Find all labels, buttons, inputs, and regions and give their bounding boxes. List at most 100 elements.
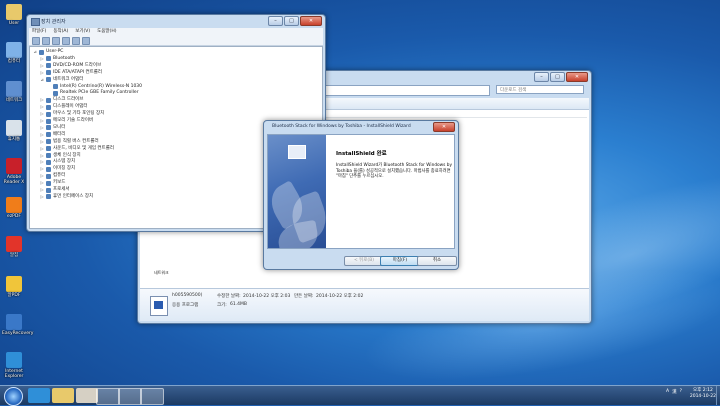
tree-expander-icon[interactable]: ▷: [40, 180, 44, 186]
installshield-wizard-window[interactable]: Bluetooth Stack for Windows by Toshiba -…: [263, 120, 459, 270]
hanja-indicator[interactable]: 漢: [672, 389, 677, 395]
tree-node[interactable]: ▷ 이미징 장치: [40, 166, 75, 172]
tree-expander-icon[interactable]: ⊿: [33, 49, 37, 55]
menu-help[interactable]: 도움말(H): [97, 28, 116, 36]
tree-expander-icon[interactable]: ▷: [40, 173, 44, 179]
tree-node[interactable]: ▷ DVD/CD-ROM 드라이브: [40, 63, 101, 69]
tree-node[interactable]: ▷ Bluetooth: [40, 56, 75, 62]
taskbar-device-manager-icon[interactable]: [96, 388, 120, 405]
desktop-icon-computer[interactable]: 컴퓨터: [2, 42, 26, 64]
tree-node[interactable]: ▷ 생체 인식 장치: [40, 153, 81, 159]
ime-mode-indicator[interactable]: A: [666, 389, 669, 395]
created-label: 만든 날짜:: [294, 294, 314, 299]
desktop-icon-ezpdf[interactable]: ezPDF: [2, 197, 26, 219]
minimize-button[interactable]: –: [534, 72, 549, 82]
tree-node[interactable]: ▷ 모니터: [40, 125, 65, 131]
tree-node[interactable]: ▷ 프로세서: [40, 187, 70, 193]
tree-node[interactable]: ▷ 범용 직렬 버스 컨트롤러: [40, 139, 99, 145]
device-manager-titlebar[interactable]: 장치 관리자 – □ ✕: [27, 15, 325, 29]
tree-node[interactable]: ▷ 컴퓨터: [40, 173, 65, 179]
tree-node[interactable]: ▷ 사운드, 비디오 및 게임 컨트롤러: [40, 146, 114, 152]
tree-node[interactable]: ▷ 마우스 및 기타 포인팅 장치: [40, 111, 104, 117]
device-icon: [46, 159, 51, 165]
back-button[interactable]: < 뒤로(B): [344, 256, 384, 266]
tree-expander-icon[interactable]: ▷: [40, 118, 44, 124]
desktop-icon-alzip[interactable]: 알집: [2, 236, 26, 258]
forward-icon[interactable]: [42, 36, 50, 45]
taskbar-installer-icon[interactable]: [118, 388, 142, 405]
desktop-icon-network[interactable]: 네트워크: [2, 81, 26, 103]
maximize-button[interactable]: □: [284, 16, 299, 26]
tree-node[interactable]: ⊿ User-PC: [33, 49, 63, 55]
tree-expander-icon[interactable]: ▷: [40, 125, 44, 131]
desktop-icon-easyrecovery[interactable]: EasyRecovery: [2, 314, 33, 336]
desktop-icon-alpdf[interactable]: 알PDF: [2, 276, 26, 298]
help-icon[interactable]: [72, 36, 80, 45]
tree-node[interactable]: ▷ 키보드: [40, 180, 65, 186]
scan-icon[interactable]: [82, 36, 90, 45]
desktop-icon-internet-explorer[interactable]: Internet Explorer: [2, 352, 26, 379]
taskbar-explorer-icon[interactable]: [52, 388, 74, 403]
tree-expander-icon[interactable]: ▷: [40, 166, 44, 172]
close-button[interactable]: ✕: [433, 122, 455, 132]
tree-expander-icon[interactable]: ▷: [40, 104, 44, 110]
desktop-icon-recycle-bin[interactable]: 휴지통: [2, 120, 26, 142]
taskbar-download-folder-icon[interactable]: [140, 388, 164, 405]
tree-expander-icon[interactable]: ▷: [40, 153, 44, 159]
menu-file[interactable]: 파일(F): [32, 28, 46, 36]
clock[interactable]: 오후 2:12 2014-10-22: [690, 388, 716, 400]
back-icon[interactable]: [32, 36, 40, 45]
properties-icon[interactable]: [62, 36, 70, 45]
tree-node[interactable]: ⊿ 네트워크 어댑터: [40, 77, 83, 83]
alpdf-icon: [6, 276, 22, 292]
tree-node[interactable]: ▷ IDE ATA/ATAPI 컨트롤러: [40, 70, 102, 76]
tree-node[interactable]: Realtek PCIe GBE Family Controller: [47, 90, 139, 96]
tree-expander-icon[interactable]: ▷: [40, 146, 44, 152]
tree-expander-icon[interactable]: ▷: [40, 187, 44, 193]
tree-node[interactable]: ▷ 디스플레이 어댑터: [40, 104, 88, 110]
file-name: h005590500(: [172, 293, 203, 298]
close-button[interactable]: ✕: [566, 72, 588, 82]
system-tray: A 漢 ?: [666, 389, 682, 395]
tree-node[interactable]: ▷ 메모리 기술 드라이버: [40, 118, 93, 124]
taskbar-media-icon[interactable]: [76, 388, 98, 403]
tree-expander-icon[interactable]: ⊿: [40, 77, 44, 83]
taskbar-internet-explorer-icon[interactable]: [28, 388, 50, 403]
desktop-icon-adobe-reader[interactable]: Adobe Reader X: [2, 158, 26, 185]
menu-view[interactable]: 보기(V): [75, 28, 90, 36]
finish-button[interactable]: 마침(F): [380, 256, 420, 266]
menu-action[interactable]: 동작(A): [53, 28, 68, 36]
cancel-button[interactable]: 취소: [417, 256, 457, 266]
tree-expander-icon[interactable]: ▷: [40, 159, 44, 165]
minimize-button[interactable]: –: [268, 16, 283, 26]
wizard-panel: InstallShield 완료 InstallShield Wizard가 B…: [267, 134, 455, 249]
tree-node-label: 메모리 기술 드라이버: [53, 118, 94, 123]
start-button[interactable]: [4, 387, 23, 406]
nav-item-network[interactable]: 네트워크: [154, 270, 169, 276]
tree-expander-icon[interactable]: ▷: [40, 132, 44, 138]
tree-node[interactable]: ▷ 배터리: [40, 132, 65, 138]
tree-expander-icon[interactable]: ▷: [40, 70, 44, 76]
tree-expander-icon[interactable]: ▷: [40, 194, 44, 200]
tree-expander-icon[interactable]: ▷: [40, 63, 44, 69]
tree-node[interactable]: Intel(R) Centrino(R) Wireless-N 1030: [47, 84, 142, 90]
tree-expander-icon[interactable]: ▷: [40, 139, 44, 145]
tree-node[interactable]: ▷ 휴먼 인터페이스 장치: [40, 194, 93, 200]
show-desktop-button[interactable]: [716, 386, 720, 405]
tree-expander-icon[interactable]: ▷: [40, 111, 44, 117]
tree-expander-icon[interactable]: ▷: [40, 97, 44, 103]
wizard-titlebar[interactable]: Bluetooth Stack for Windows by Toshiba -…: [264, 121, 458, 135]
tree-expander-icon[interactable]: ▷: [40, 56, 44, 62]
desktop-icon-user[interactable]: User: [2, 4, 26, 26]
tree-node-label: 생체 인식 장치: [53, 152, 81, 158]
menu-bar: 파일(F) 동작(A) 보기(V) 도움말(H): [29, 28, 323, 36]
close-button[interactable]: ✕: [300, 16, 322, 26]
tree-view-icon[interactable]: [52, 36, 60, 45]
help-indicator[interactable]: ?: [680, 389, 682, 395]
device-icon: [46, 146, 51, 152]
device-icon: [46, 139, 51, 145]
tree-node[interactable]: ▷ 시스템 장치: [40, 159, 75, 165]
maximize-button[interactable]: □: [550, 72, 565, 82]
search-input[interactable]: 다운로드 검색: [496, 85, 584, 94]
tree-node[interactable]: ▷ 디스크 드라이브: [40, 97, 83, 103]
